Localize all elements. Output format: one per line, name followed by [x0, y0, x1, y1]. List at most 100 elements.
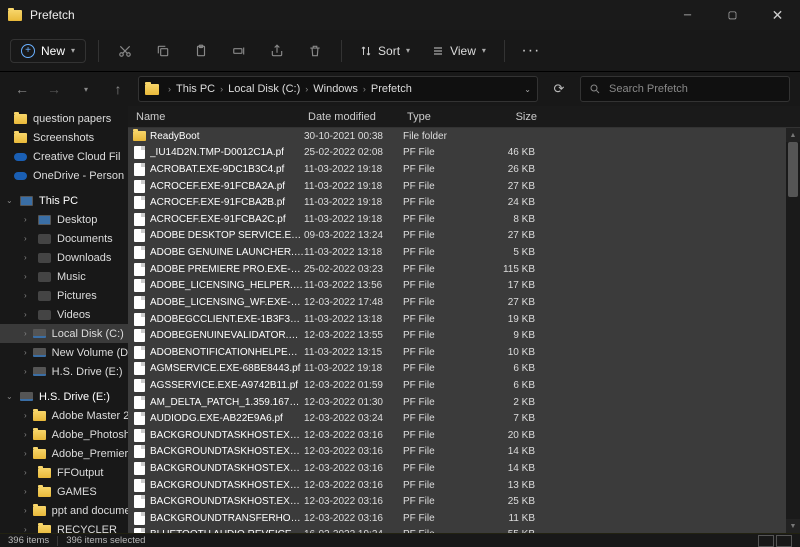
- maximize-button[interactable]: ▢: [710, 0, 755, 30]
- sidebar-label: Screenshots: [33, 132, 94, 144]
- sidebar-item[interactable]: ›ppt and docume: [0, 501, 128, 520]
- file-row[interactable]: BLUETOOTH AUDIO REVEICER.EXE-547EC...16-…: [128, 527, 786, 533]
- scrollbar[interactable]: ▲ ▼: [786, 128, 800, 533]
- file-type: PF File: [403, 463, 485, 474]
- sidebar-item[interactable]: ›Pictures: [0, 286, 128, 305]
- chevron-down-icon[interactable]: ⌄: [524, 85, 531, 94]
- sidebar-item[interactable]: question papers: [0, 109, 128, 128]
- sidebar-item[interactable]: Screenshots: [0, 128, 128, 147]
- up-button[interactable]: ↑: [106, 77, 130, 101]
- delete-button[interactable]: [301, 37, 329, 65]
- file-row[interactable]: ADOBE_LICENSING_HELPER.EXE-A7EF98...11-0…: [128, 277, 786, 294]
- scroll-thumb[interactable]: [788, 142, 798, 197]
- file-row[interactable]: BACKGROUNDTRANSFERHOST.EXE-DB32...12-03-…: [128, 510, 786, 527]
- file-name: BACKGROUNDTASKHOST.EXE-6D58042C.pf: [150, 430, 304, 441]
- file-row[interactable]: BACKGROUNDTASKHOST.EXE-B16326C0.pf12-03-…: [128, 493, 786, 510]
- recent-button[interactable]: ▾: [74, 77, 98, 101]
- share-button[interactable]: [263, 37, 291, 65]
- sidebar-item[interactable]: ›Music: [0, 267, 128, 286]
- breadcrumb[interactable]: › This PC› Local Disk (C:)› Windows› Pre…: [138, 76, 538, 102]
- sidebar-item[interactable]: OneDrive - Person: [0, 166, 128, 185]
- search-input[interactable]: Search Prefetch: [580, 76, 790, 102]
- sort-button[interactable]: Sort ▾: [354, 40, 416, 62]
- sidebar-item[interactable]: ⌄This PC: [0, 191, 128, 210]
- sidebar-item[interactable]: Creative Cloud Fil: [0, 147, 128, 166]
- file-row[interactable]: BACKGROUNDTASKHOST.EXE-9F2EE4C2.pf12-03-…: [128, 460, 786, 477]
- file-date: 12-03-2022 03:24: [304, 413, 403, 424]
- file-row[interactable]: ReadyBoot30-10-2021 00:38File folder: [128, 128, 786, 145]
- new-button[interactable]: + New ▾: [10, 39, 86, 63]
- col-name-header[interactable]: Name: [128, 111, 304, 123]
- back-button[interactable]: ←: [10, 77, 34, 101]
- cut-button[interactable]: [111, 37, 139, 65]
- crumb-local-disk[interactable]: Local Disk (C:): [228, 83, 300, 95]
- file-type: PF File: [403, 529, 485, 533]
- file-row[interactable]: ADOBE DESKTOP SERVICE.EXE-A2925451.pf09-…: [128, 228, 786, 245]
- sidebar-item[interactable]: ⌄H.S. Drive (E:): [0, 387, 128, 406]
- file-row[interactable]: ACROCEF.EXE-91FCBA2B.pf11-03-2022 19:18P…: [128, 194, 786, 211]
- sidebar-item[interactable]: ›Documents: [0, 229, 128, 248]
- file-size: 46 KB: [485, 147, 541, 158]
- file-row[interactable]: _IU14D2N.TMP-D0012C1A.pf25-02-2022 02:08…: [128, 145, 786, 162]
- file-name: BACKGROUNDTASKHOST.EXE-B16326C0.pf: [150, 496, 304, 507]
- scroll-down-button[interactable]: ▼: [786, 519, 800, 533]
- file-row[interactable]: ADOBEGCCLIENT.EXE-1B3F3169.pf11-03-2022 …: [128, 311, 786, 328]
- crumb-prefetch[interactable]: Prefetch: [371, 83, 412, 95]
- cloud-icon: [14, 172, 27, 180]
- close-button[interactable]: ✕: [755, 0, 800, 30]
- view-grid-button[interactable]: [776, 535, 792, 547]
- sidebar-label: This PC: [39, 195, 78, 207]
- sidebar-item[interactable]: ›Adobe_Photosh: [0, 425, 128, 444]
- file-size: 14 KB: [485, 463, 541, 474]
- col-date-header[interactable]: Date modified: [304, 111, 403, 123]
- status-total: 396 items: [8, 535, 49, 546]
- file-row[interactable]: BACKGROUNDTASKHOST.EXE-6D58042C.pf12-03-…: [128, 427, 786, 444]
- copy-button[interactable]: [149, 37, 177, 65]
- sidebar-item[interactable]: ›Desktop: [0, 210, 128, 229]
- view-button[interactable]: View ▾: [426, 40, 492, 62]
- sidebar-item[interactable]: ›Videos: [0, 305, 128, 324]
- crumb-windows[interactable]: Windows: [313, 83, 358, 95]
- file-row[interactable]: AGSSERVICE.EXE-A9742B11.pf12-03-2022 01:…: [128, 377, 786, 394]
- file-list[interactable]: ReadyBoot30-10-2021 00:38File folder_IU1…: [128, 128, 786, 533]
- file-icon: [134, 229, 145, 242]
- file-row[interactable]: ADOBENOTIFICATIONHELPER.EXE-25CC...11-03…: [128, 344, 786, 361]
- minimize-button[interactable]: ─: [665, 0, 710, 30]
- file-row[interactable]: ADOBE PREMIERE PRO.EXE-A70C060E.pf25-02-…: [128, 261, 786, 278]
- sidebar-item[interactable]: ›Adobe_Premiere: [0, 444, 128, 463]
- sidebar-item[interactable]: ›New Volume (D:: [0, 343, 128, 362]
- file-name: ACROCEF.EXE-91FCBA2C.pf: [150, 214, 304, 225]
- sidebar-item[interactable]: ›Local Disk (C:): [0, 324, 128, 343]
- file-name: ACROBAT.EXE-9DC1B3C4.pf: [150, 164, 304, 175]
- crumb-this-pc[interactable]: This PC: [176, 83, 215, 95]
- sidebar-item[interactable]: ›H.S. Drive (E:): [0, 362, 128, 381]
- scroll-track[interactable]: [786, 142, 800, 519]
- sidebar-item[interactable]: ›GAMES: [0, 482, 128, 501]
- forward-button[interactable]: →: [42, 77, 66, 101]
- file-row[interactable]: BACKGROUNDTASKHOST.EXE-8CBD7053...12-03-…: [128, 444, 786, 461]
- file-row[interactable]: ADOBEGENUINEVALIDATOR.EXE-2BCAF8...12-03…: [128, 327, 786, 344]
- file-row[interactable]: ACROCEF.EXE-91FCBA2C.pf11-03-2022 19:18P…: [128, 211, 786, 228]
- file-row[interactable]: ADOBE_LICENSING_WF.EXE-85291397.pf12-03-…: [128, 294, 786, 311]
- sidebar-item[interactable]: ›Downloads: [0, 248, 128, 267]
- scroll-up-button[interactable]: ▲: [786, 128, 800, 142]
- paste-button[interactable]: [187, 37, 215, 65]
- col-type-header[interactable]: Type: [403, 111, 485, 123]
- file-type: PF File: [403, 496, 485, 507]
- sidebar-item[interactable]: ›Adobe Master 2: [0, 406, 128, 425]
- file-icon: [134, 279, 145, 292]
- refresh-button[interactable]: ⟳: [546, 76, 572, 102]
- view-details-button[interactable]: [758, 535, 774, 547]
- col-size-header[interactable]: Size: [485, 111, 545, 123]
- file-row[interactable]: ADOBE GENUINE LAUNCHER.EXE-88D95...11-03…: [128, 244, 786, 261]
- file-row[interactable]: AUDIODG.EXE-AB22E9A6.pf12-03-2022 03:24P…: [128, 410, 786, 427]
- file-row[interactable]: BACKGROUNDTASKHOST.EXE-63F11000.pf12-03-…: [128, 477, 786, 494]
- file-row[interactable]: AGMSERVICE.EXE-68BE8443.pf11-03-2022 19:…: [128, 361, 786, 378]
- sidebar-item[interactable]: ›RECYCLER: [0, 520, 128, 533]
- more-button[interactable]: ···: [517, 37, 545, 65]
- file-row[interactable]: AM_DELTA_PATCH_1.359.1677.0.E-3139A...12…: [128, 394, 786, 411]
- rename-button[interactable]: [225, 37, 253, 65]
- sidebar-item[interactable]: ›FFOutput: [0, 463, 128, 482]
- file-row[interactable]: ACROBAT.EXE-9DC1B3C4.pf11-03-2022 19:18P…: [128, 161, 786, 178]
- file-row[interactable]: ACROCEF.EXE-91FCBA2A.pf11-03-2022 19:18P…: [128, 178, 786, 195]
